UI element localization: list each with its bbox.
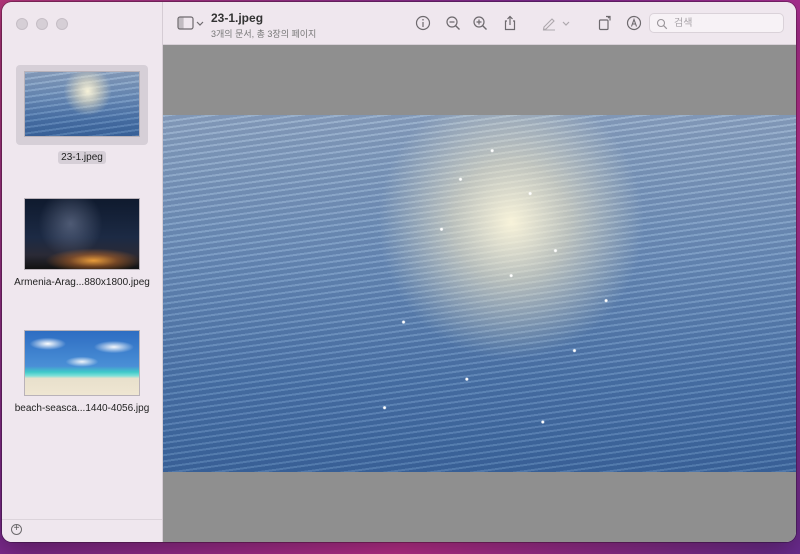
- thumbnail-image: [24, 71, 140, 137]
- search-icon: [656, 17, 668, 30]
- thumbnail-label: beach-seasca...1440-4056.jpg: [14, 403, 150, 414]
- minimize-button[interactable]: [36, 18, 48, 30]
- annotate-icon[interactable]: [626, 15, 642, 31]
- toolbar: 23-1.jpeg 3개의 문서, 총 3장의 페이지: [163, 2, 796, 45]
- thumbnail-label: Armenia-Arag...880x1800.jpeg: [14, 277, 150, 288]
- zoom-out-icon[interactable]: [445, 15, 461, 31]
- sidebar-toggle-icon[interactable]: [177, 15, 205, 31]
- main-image: [163, 115, 796, 472]
- thumbnail-image: [24, 330, 140, 396]
- sidebar-divider: [2, 519, 162, 520]
- chevron-down-icon[interactable]: [561, 15, 571, 31]
- thumbnail-image: [24, 198, 140, 270]
- zoom-button[interactable]: [56, 18, 68, 30]
- window-controls: [16, 18, 68, 30]
- sun-glitter: [163, 115, 796, 472]
- thumbnail-item-2[interactable]: Armenia-Arag...880x1800.jpeg: [2, 196, 162, 290]
- document-subtitle: 3개의 문서, 총 3장의 페이지: [211, 29, 317, 39]
- info-icon[interactable]: [415, 15, 431, 31]
- preview-window: 23-1.jpeg Armenia-Arag...880x1800.jpeg b…: [2, 2, 796, 542]
- search-input[interactable]: [674, 16, 774, 30]
- thumbnail-sidebar: 23-1.jpeg Armenia-Arag...880x1800.jpeg b…: [2, 2, 163, 542]
- thumbnail-item-1[interactable]: 23-1.jpeg: [2, 65, 162, 165]
- document-title-block: 23-1.jpeg 3개의 문서, 총 3장의 페이지: [211, 11, 316, 40]
- markup-pen-icon[interactable]: [541, 15, 557, 31]
- document-viewer[interactable]: [163, 45, 796, 542]
- rotate-icon[interactable]: [597, 15, 613, 31]
- add-page-button[interactable]: +: [11, 524, 22, 535]
- thumbnail-label: 23-1.jpeg: [58, 151, 106, 164]
- close-button[interactable]: [16, 18, 28, 30]
- zoom-in-icon[interactable]: [472, 15, 488, 31]
- search-field[interactable]: [649, 13, 784, 33]
- thumbnail-item-3[interactable]: beach-seasca...1440-4056.jpg: [2, 328, 162, 416]
- document-title: 23-1.jpeg: [211, 11, 264, 25]
- share-icon[interactable]: [502, 15, 518, 31]
